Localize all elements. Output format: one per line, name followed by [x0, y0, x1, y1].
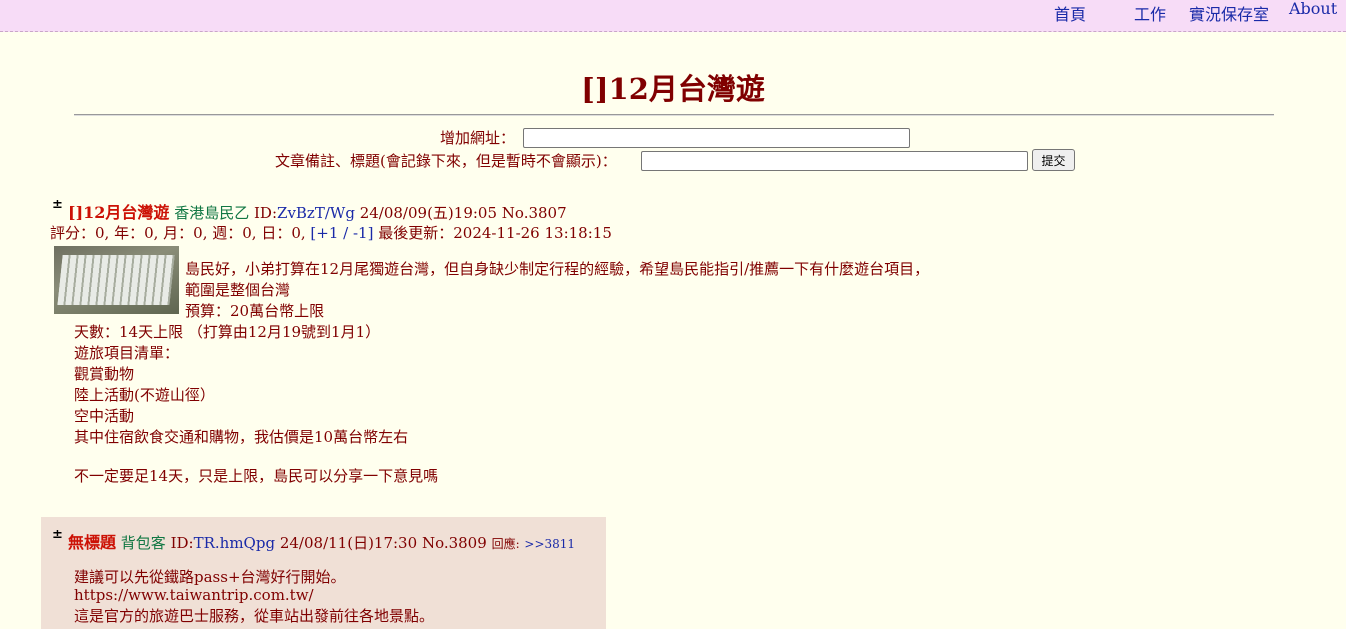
url-input[interactable]	[523, 128, 910, 148]
expand-toggle-icon[interactable]: ±	[52, 197, 63, 212]
post-body-line: 島民好，小弟打算在12月尾獨遊台灣，但自身缺少制定行程的經驗，希望島民能指引/推…	[185, 260, 930, 278]
expand-toggle-icon[interactable]: ±	[52, 527, 63, 542]
post-datetime: 24/08/09(五)19:05	[359, 204, 498, 222]
post-body-link[interactable]: https://www.taiwantrip.com.tw/	[74, 586, 314, 604]
poster-name: 香港島民乙	[174, 204, 250, 222]
post-body-line: 這是官方的旅遊巴士服務，從車站出發前往各地景點。	[74, 607, 435, 625]
poster-id-prefix: ID:	[254, 204, 278, 222]
url-label: 增加網址：	[440, 129, 516, 147]
nav-link-archive[interactable]: 實況保存室	[1189, 1, 1269, 25]
post-number[interactable]: No.3809	[422, 534, 487, 552]
post-body-line: 陸上活動(不遊山徑）	[74, 386, 215, 404]
post-body-line: 其中住宿飲食交通和購物，我估價是10萬台幣左右	[74, 428, 409, 446]
post-header: []12月台灣遊 香港島民乙 ID:ZvBzT/Wg 24/08/09(五)19…	[68, 199, 567, 223]
post-body-line: 建議可以先從鐵路pass+台灣好行開始。	[74, 568, 346, 586]
post-body-line: 空中活動	[74, 407, 135, 425]
post-body-line: 不一定要足14天，只是上限，島民可以分享一下意見嗎	[74, 467, 439, 485]
thumbnail-paper-shape	[57, 255, 175, 305]
poster-id[interactable]: ZvBzT/Wg	[277, 204, 355, 222]
rating-line: 評分：0, 年：0, 月：0, 週：0, 日：0, [+1 / -1] 最後更新…	[50, 222, 612, 243]
vote-minus-button[interactable]: -1	[353, 224, 368, 242]
nav-link-about[interactable]: About	[1289, 0, 1337, 18]
post-number[interactable]: No.3807	[502, 204, 567, 222]
post-body-line: 天數：14天上限 （打算由12月19號到1月1）	[74, 323, 381, 341]
nav-link-work[interactable]: 工作	[1134, 1, 1166, 25]
post-body-line: 遊旅項目清單：	[74, 344, 180, 362]
poster-id[interactable]: TR.hmQpg	[194, 534, 275, 552]
post-body-line: 觀賞動物	[74, 365, 135, 383]
rating-stats: 評分：0, 年：0, 月：0, 週：0, 日：0,	[50, 224, 311, 242]
poster-name: 背包客	[120, 534, 166, 552]
post-header: 無標題 背包客 ID:TR.hmQpg 24/08/11(日)17:30 No.…	[68, 529, 575, 553]
vote-separator: /	[338, 224, 353, 242]
post-body-line: 預算：20萬台幣上限	[185, 302, 325, 320]
post-thumbnail-image[interactable]	[54, 246, 179, 314]
vote-plus-button[interactable]: +1	[316, 224, 338, 242]
note-form-row: 文章備註、標題(會記錄下來，但是暫時不會顯示)：	[275, 150, 1028, 171]
reply-link[interactable]: >>3811	[524, 537, 575, 551]
url-form-row: 增加網址：	[440, 127, 910, 148]
page-title: []12月台灣遊	[581, 72, 765, 106]
note-label: 文章備註、標題(會記錄下來，但是暫時不會顯示)：	[275, 152, 617, 170]
nav-link-home[interactable]: 首頁	[1054, 1, 1086, 25]
post-subject: []12月台灣遊	[68, 203, 170, 222]
last-updated: 最後更新：2024-11-26 13:18:15	[373, 224, 612, 242]
post-body-line: 範圍是整個台灣	[185, 281, 291, 299]
reply-label: 回應:	[491, 537, 520, 551]
post-subject: 無標題	[68, 533, 117, 552]
note-input[interactable]	[641, 151, 1028, 171]
top-nav-bar: 首頁 工作 實況保存室 About	[0, 0, 1346, 32]
title-divider	[74, 114, 1274, 116]
post-datetime: 24/08/11(日)17:30	[279, 534, 418, 552]
submit-button[interactable]: 提交	[1032, 149, 1075, 171]
poster-id-prefix: ID:	[170, 534, 194, 552]
